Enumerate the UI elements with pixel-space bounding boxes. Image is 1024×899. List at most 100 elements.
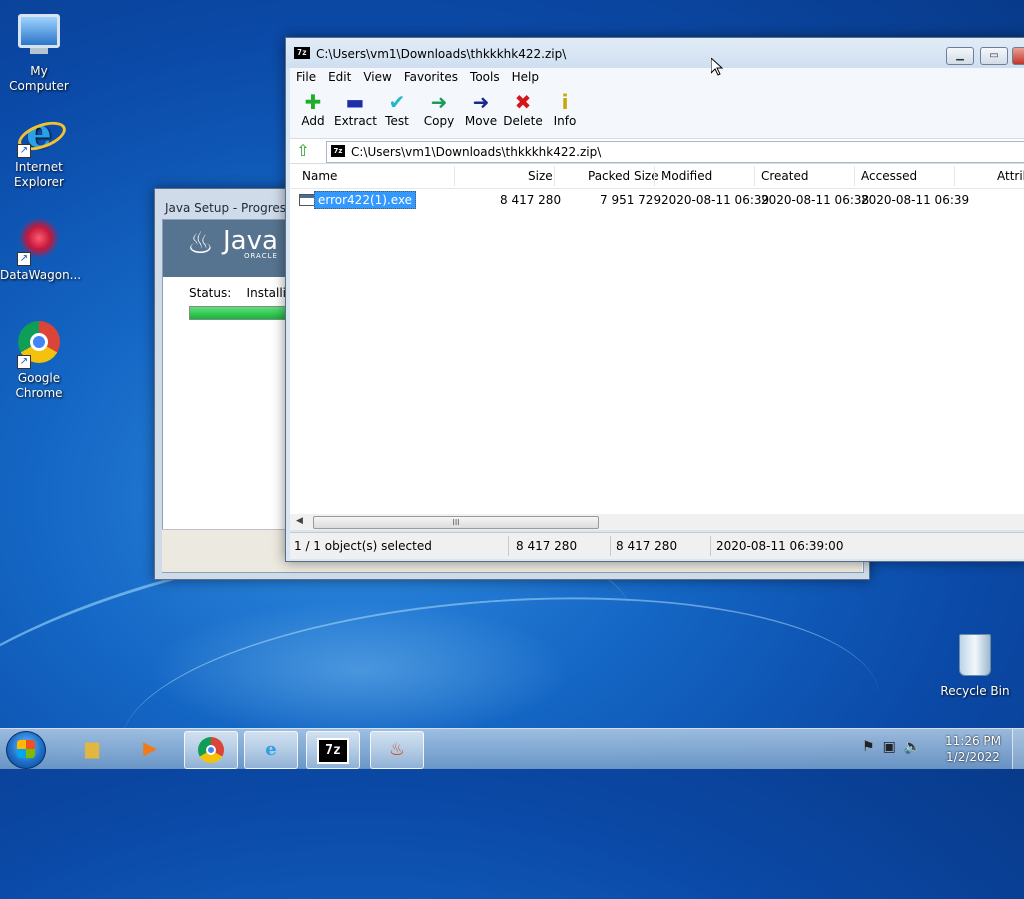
chrome-icon: ↗ [15,321,63,369]
status-selection: 1 / 1 object(s) selected [294,539,432,553]
internet-explorer-icon: e ↗ [14,110,70,158]
window-title: Java Setup - Progress [165,201,293,215]
menu-tools[interactable]: Tools [464,68,506,86]
java-logo: Java ORACLE [223,226,278,260]
archive-icon: 7z [331,145,345,157]
7zip-icon: 7z [317,738,349,764]
table-row[interactable]: error422(1).exe 8 417 280 7 951 729 2020… [290,188,1024,210]
minimize-button[interactable]: ▁ [946,47,974,65]
status-bar: 1 / 1 object(s) selected 8 417 280 8 417… [290,532,1024,559]
delete-icon: ✖ [514,90,532,114]
extract-label: Extract [334,114,377,128]
datawagon-icon: ↗ [15,218,63,266]
path-text: C:\Users\vm1\Downloads\thkkkhk422.zip\ [351,145,602,159]
copy-button[interactable]: ➜ Copy [418,90,460,128]
taskbar-media-player[interactable]: ▶ [124,731,176,767]
status-label: Status: [189,286,232,300]
copy-label: Copy [423,114,455,128]
menu-favorites[interactable]: Favorites [398,68,464,86]
start-button[interactable] [6,731,46,769]
desktop-icon-datawagon[interactable]: ↗ DataWagon... [0,214,82,283]
desktop-icon-label: DataWagon... [0,268,82,282]
computer-icon [15,14,63,62]
7zip-file-manager-window[interactable]: 7z C:\Users\vm1\Downloads\thkkkhk422.zip… [285,37,1024,562]
test-label: Test [385,114,409,128]
taskbar-file-explorer[interactable]: ▆ [66,731,118,767]
mouse-cursor [711,58,723,76]
taskbar-7zip[interactable]: 7z [306,731,360,769]
window-title: C:\Users\vm1\Downloads\thkkkhk422.zip\ [316,47,567,61]
network-icon[interactable]: ▣ [883,739,896,755]
desktop-icon-my-computer[interactable]: My Computer [0,8,78,94]
scroll-left-icon[interactable]: ◀ [296,516,303,526]
recycle-bin-icon [951,634,999,682]
taskbar-java[interactable]: ♨ [370,731,424,769]
move-label: Move [464,114,498,128]
taskbar-clock[interactable]: 11:26 PM 1/2/2022 [940,733,1006,765]
file-size: 8 417 280 [500,193,562,207]
menu-edit[interactable]: Edit [322,68,357,86]
menu-file[interactable]: File [290,68,322,86]
file-packed-size: 7 951 729 [600,193,662,207]
desktop-icon-label: Internet Explorer [14,160,64,189]
maximize-button[interactable]: ▭ [980,47,1008,65]
desktop-icon-label: Recycle Bin [940,684,1010,698]
move-button[interactable]: ➜ Move [460,90,502,128]
folder-icon: ▆ [85,738,99,759]
close-button[interactable] [1012,47,1024,65]
system-tray: ⚑ ▣ 🔈 [862,739,929,755]
file-list: Name Size Packed Size Modified Created A… [290,164,1024,530]
info-button[interactable]: i Info [544,90,586,128]
extract-button[interactable]: ▬ Extract [334,90,377,128]
taskbar-google-chrome[interactable] [184,731,238,769]
add-button[interactable]: ✚ Add [292,90,334,128]
column-headers: Name Size Packed Size Modified Created A… [290,164,1024,189]
delete-button[interactable]: ✖ Delete [502,90,544,128]
info-label: Info [553,114,577,128]
windows-logo-icon [17,740,35,758]
desktop-icon-recycle-bin[interactable]: Recycle Bin [936,630,1014,699]
column-header-size[interactable]: Size [528,169,553,183]
minus-icon: ▬ [345,90,365,114]
volume-icon[interactable]: 🔈 [904,739,921,755]
progress-fill [190,307,286,319]
clock-time: 11:26 PM [945,734,1001,748]
java-icon: ♨ [388,739,406,760]
desktop-icon-internet-explorer[interactable]: e ↗ Internet Explorer [0,110,78,190]
show-desktop-button[interactable] [1012,729,1024,769]
file-modified: 2020-08-11 06:39 [661,193,770,207]
horizontal-scrollbar[interactable]: ◀ III [290,514,1024,530]
taskbar-internet-explorer[interactable]: e [244,731,298,769]
copy-arrow-icon: ➜ [430,90,448,114]
exe-file-icon [299,194,315,206]
status-size: 8 417 280 [516,539,578,553]
test-button[interactable]: ✔ Test [376,90,418,128]
media-player-icon: ▶ [143,738,157,759]
folder-up-icon[interactable]: ⇧ [294,142,312,160]
column-header-created[interactable]: Created [761,169,809,183]
desktop-icon-google-chrome[interactable]: ↗ Google Chrome [0,318,78,401]
taskbar: ▆ ▶ e 7z ♨ ⚑ ▣ 🔈 11:26 PM 1/2/2022 [0,728,1024,769]
plus-icon: ✚ [304,90,322,114]
menu-view[interactable]: View [357,68,397,86]
menu-help[interactable]: Help [506,68,545,86]
address-bar: ⇧ 7z C:\Users\vm1\Downloads\thkkkhk422.z… [290,139,1024,164]
column-header-name[interactable]: Name [302,169,337,183]
internet-explorer-icon: e [265,739,277,760]
column-header-accessed[interactable]: Accessed [861,169,917,183]
status-date: 2020-08-11 06:39:00 [716,539,844,553]
desktop-icon-label: Google Chrome [15,371,63,400]
file-created: 2020-08-11 06:38 [761,193,870,207]
scroll-thumb[interactable]: III [313,516,599,529]
add-label: Add [301,114,325,128]
column-header-modified[interactable]: Modified [661,169,712,183]
title-bar[interactable]: 7z C:\Users\vm1\Downloads\thkkkhk422.zip… [286,38,1024,68]
install-status: Status: Installin [189,286,294,300]
file-accessed: 2020-08-11 06:39 [861,193,970,207]
java-cup-icon: ♨ [187,226,214,261]
column-header-attrib[interactable]: Attrib [997,169,1024,183]
7zip-app-icon: 7z [294,47,310,59]
path-field[interactable]: 7z C:\Users\vm1\Downloads\thkkkhk422.zip… [326,141,1024,163]
column-header-packed-size[interactable]: Packed Size [588,169,659,183]
action-center-flag-icon[interactable]: ⚑ [862,739,875,755]
